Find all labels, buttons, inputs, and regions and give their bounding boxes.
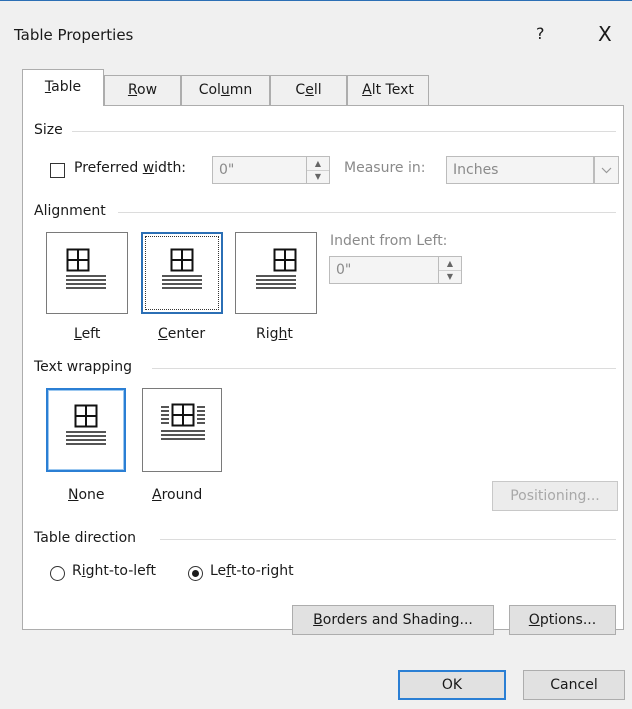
tab-cell-label-rest: ll [313, 82, 322, 98]
wrap-around-accesskey: A [152, 487, 162, 503]
table-align-right-icon [256, 248, 297, 289]
preferred-width-label-rest: idth: [154, 160, 187, 176]
tab-alt-text-accesskey: A [362, 82, 372, 98]
preferred-width-checkbox[interactable] [50, 163, 65, 178]
preferred-width-spinner[interactable]: ▲ ▼ [306, 156, 330, 184]
align-right-option[interactable] [235, 232, 317, 314]
text-wrapping-divider [152, 368, 616, 369]
spin-up-icon[interactable]: ▲ [439, 257, 461, 271]
tab-table-label: able [51, 79, 82, 95]
positioning-button[interactable]: Positioning... [492, 481, 618, 511]
wrap-around-icon [161, 403, 205, 440]
right-to-left-label: Right-to-left [72, 563, 156, 579]
align-right-label-rest: t [287, 326, 293, 342]
align-center-option[interactable] [141, 232, 223, 314]
tab-cell-label-pre: C [295, 82, 306, 98]
left-to-right-label: Left-to-right [210, 563, 294, 579]
left-to-right-radio[interactable] [188, 566, 203, 581]
window-top-border [0, 0, 632, 1]
wrap-around-option[interactable] [142, 388, 222, 472]
size-divider [72, 131, 616, 132]
close-button[interactable]: X [598, 22, 612, 46]
preferred-width-label-pre: Preferred [74, 160, 143, 176]
table-align-center-icon [162, 248, 202, 289]
rtl-label-pre: R [72, 563, 82, 579]
table-align-left-icon [66, 248, 106, 289]
borders-accesskey: B [313, 612, 323, 628]
wrap-none-label: None [68, 487, 105, 503]
align-left-option[interactable] [46, 232, 128, 314]
tab-row[interactable]: Row [104, 75, 181, 105]
wrap-none-label-rest: one [78, 487, 105, 503]
align-center-label: Center [158, 326, 205, 342]
indent-from-left-spinner[interactable]: ▲ ▼ [438, 256, 462, 284]
align-right-label-pre: Rig [256, 326, 279, 342]
wrap-around-label-rest: round [161, 487, 203, 503]
tab-column-accesskey: u [220, 82, 230, 98]
measure-in-select[interactable]: Inches [446, 156, 594, 184]
spin-up-icon[interactable]: ▲ [307, 157, 329, 171]
rtl-label-rest: ght-to-left [85, 563, 156, 579]
preferred-width-label: Preferred width: [74, 160, 186, 176]
wrap-none-option[interactable] [46, 388, 126, 472]
tab-cell-accesskey: e [305, 82, 314, 98]
align-left-label: Left [74, 326, 100, 342]
size-section-label: Size [34, 122, 63, 138]
tab-column-label-pre: Col [198, 82, 221, 98]
align-right-label: Right [256, 326, 293, 342]
cancel-button[interactable]: Cancel [523, 670, 625, 700]
tab-column-label-rest: mn [229, 82, 253, 98]
indent-from-left-label: Indent from Left: [330, 233, 448, 249]
options-accesskey: O [528, 612, 540, 628]
table-direction-section-label: Table direction [34, 530, 137, 546]
measure-in-dropdown[interactable] [594, 156, 619, 184]
dialog-title: Table Properties [14, 26, 134, 44]
ok-button[interactable]: OK [398, 670, 506, 700]
help-button[interactable]: ? [536, 24, 545, 43]
align-left-accesskey: L [74, 326, 82, 342]
preferred-width-input[interactable]: 0" [212, 156, 307, 184]
spin-down-icon[interactable]: ▼ [307, 170, 329, 183]
tab-row-accesskey: R [127, 82, 138, 98]
tab-alt-text[interactable]: Alt Text [347, 75, 429, 105]
tab-cell[interactable]: Cell [270, 75, 347, 105]
options-label-rest: ptions... [539, 612, 597, 628]
tab-alt-text-label: lt Text [371, 82, 414, 98]
spin-down-icon[interactable]: ▼ [439, 270, 461, 283]
indent-from-left-input[interactable]: 0" [329, 256, 439, 284]
align-left-label-rest: eft [81, 326, 101, 342]
wrap-none-icon [66, 404, 106, 445]
borders-label-rest: orders and Shading... [322, 612, 473, 628]
preferred-width-accesskey: w [142, 160, 155, 176]
measure-in-label: Measure in: [344, 160, 426, 176]
align-center-label-rest: enter [167, 326, 206, 342]
ltr-label-rest: t-to-right [230, 563, 294, 579]
tab-row-label: ow [137, 82, 158, 98]
chevron-down-icon [601, 167, 612, 174]
alignment-divider [118, 212, 616, 213]
wrap-around-label: Around [152, 487, 202, 503]
alignment-section-label: Alignment [34, 203, 106, 219]
text-wrapping-section-label: Text wrapping [34, 359, 132, 375]
tab-column[interactable]: Column [181, 75, 270, 105]
tab-table[interactable]: Table [22, 69, 104, 106]
ltr-label-pre: Le [210, 563, 227, 579]
borders-and-shading-button[interactable]: Borders and Shading... [292, 605, 494, 635]
align-center-accesskey: C [158, 326, 168, 342]
right-to-left-radio[interactable] [50, 566, 65, 581]
table-direction-divider [160, 539, 616, 540]
options-button[interactable]: Options... [509, 605, 616, 635]
wrap-none-accesskey: N [68, 487, 79, 503]
